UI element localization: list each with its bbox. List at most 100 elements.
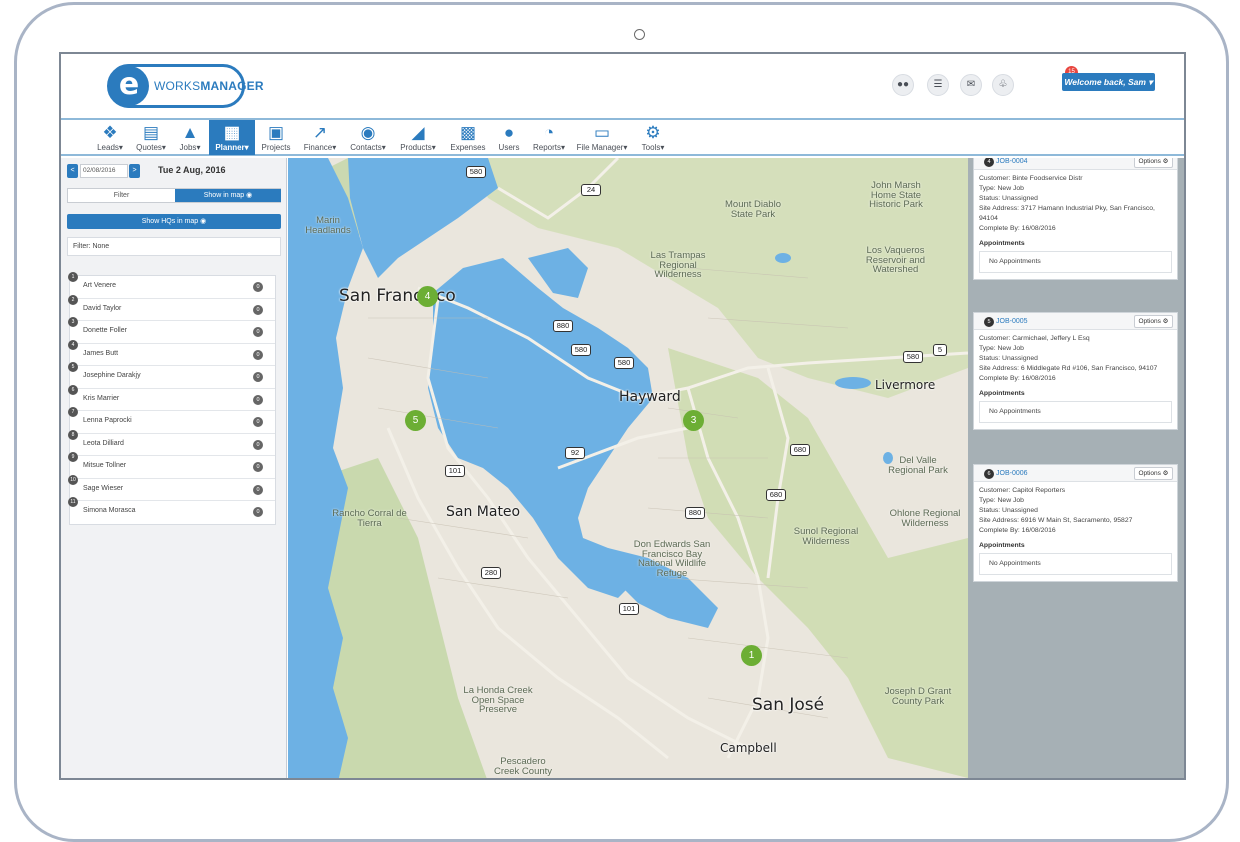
park-label: Las Trampas Regional Wilderness bbox=[650, 250, 706, 280]
highway-shield: 580 bbox=[614, 357, 634, 369]
park-label: La Honda Creek Open Space Preserve bbox=[463, 685, 533, 715]
highway-shield: 92 bbox=[565, 447, 585, 459]
pin-icon: ❖ bbox=[102, 123, 118, 142]
park-label: Sunol Regional Wilderness bbox=[793, 526, 859, 547]
park-label: Marin Headlands bbox=[305, 215, 351, 236]
calendar-icon: ▦ bbox=[223, 123, 241, 142]
bell-icon[interactable]: ♧ bbox=[992, 74, 1014, 96]
list-item[interactable]: 10 Sage Wieser 0 bbox=[68, 474, 275, 501]
map-view[interactable]: San Francisco Hayward San Mateo San José… bbox=[288, 158, 968, 778]
park-label: Joseph D Grant County Park bbox=[884, 686, 952, 707]
job-card-header: 5 JOB-0005 Options ⚙ bbox=[974, 313, 1177, 330]
options-button[interactable]: Options ⚙ bbox=[1134, 467, 1173, 480]
nav-contacts[interactable]: ◉ Contacts▾ bbox=[345, 120, 391, 155]
options-button[interactable]: Options ⚙ bbox=[1134, 158, 1173, 168]
calculator-icon: ▩ bbox=[459, 123, 477, 142]
logo[interactable]: e WORKSMANAGER bbox=[107, 64, 264, 108]
options-button[interactable]: Options ⚙ bbox=[1134, 315, 1173, 328]
list-item[interactable]: 1 Art Venere 0 bbox=[68, 272, 275, 299]
list-item[interactable]: 2 David Taylor 0 bbox=[68, 294, 275, 321]
list-item[interactable]: 5 Josephine Darakjy 0 bbox=[68, 362, 275, 389]
job-link[interactable]: JOB-0006 bbox=[996, 470, 1028, 477]
job-link[interactable]: JOB-0005 bbox=[996, 318, 1028, 325]
nav-jobs[interactable]: ▲ Jobs▾ bbox=[173, 120, 207, 155]
highway-shield: 5 bbox=[933, 344, 947, 356]
city-label: Hayward bbox=[619, 389, 681, 405]
date-input[interactable]: 02/08/2016 bbox=[80, 164, 128, 178]
prev-date-button[interactable]: < bbox=[67, 164, 78, 178]
nav-finance[interactable]: ↗ Finance▾ bbox=[299, 120, 341, 155]
show-in-map-tab[interactable]: Show in map ◉ bbox=[175, 189, 281, 202]
highway-shield: 580 bbox=[571, 344, 591, 356]
job-marker[interactable]: 4 bbox=[417, 286, 438, 307]
briefcase-icon: ▣ bbox=[267, 123, 285, 142]
mail-icon[interactable]: ✉ bbox=[960, 74, 982, 96]
job-card: 6 JOB-0006 Options ⚙ Customer: Capitol R… bbox=[973, 464, 1178, 582]
highway-shield: 880 bbox=[685, 507, 705, 519]
gears-icon: ⚙ bbox=[645, 123, 661, 142]
highway-shield: 680 bbox=[790, 444, 810, 456]
next-date-button[interactable]: > bbox=[129, 164, 140, 178]
nav-planner[interactable]: ▦ Planner▾ bbox=[209, 120, 255, 155]
city-label: Campbell bbox=[720, 741, 777, 755]
nav-expenses[interactable]: ▩ Expenses bbox=[446, 120, 490, 155]
park-label: Don Edwards San Francisco Bay National W… bbox=[633, 539, 711, 579]
highway-shield: 880 bbox=[553, 320, 573, 332]
filter-tab[interactable]: Filter bbox=[68, 189, 175, 202]
list-icon[interactable]: ☰ bbox=[927, 74, 949, 96]
nav-file-manager[interactable]: ▭ File Manager▾ bbox=[574, 120, 630, 155]
show-hqs-button[interactable]: Show HQs in map ◉ bbox=[67, 214, 281, 229]
nav-leads[interactable]: ❖ Leads▾ bbox=[91, 120, 129, 155]
staff-list: 1 Art Venere 0 2 David Taylor 0 3 Donette Fol… bbox=[68, 272, 276, 525]
pie-chart-icon: ◔ bbox=[543, 123, 555, 142]
nav-projects[interactable]: ▣ Projects bbox=[257, 120, 295, 155]
highway-shield: 101 bbox=[445, 465, 465, 477]
park-label: John Marsh Home State Historic Park bbox=[869, 180, 923, 210]
park-label: Los Vaqueros Reservoir and Watershed bbox=[865, 245, 926, 275]
jobs-panel: 4 JOB-0004 Options ⚙ Customer: Binte Foo… bbox=[968, 158, 1184, 778]
highway-shield: 24 bbox=[581, 184, 601, 196]
cart-icon: ◢ bbox=[411, 123, 425, 142]
team-icon[interactable]: ●● bbox=[892, 74, 914, 96]
job-marker[interactable]: 5 bbox=[405, 410, 426, 431]
list-item[interactable]: 8 Leota Dilliard 0 bbox=[68, 429, 275, 456]
nav-products[interactable]: ◢ Products▾ bbox=[395, 120, 441, 155]
appointments-box: No Appointments bbox=[979, 401, 1172, 423]
job-card: 4 JOB-0004 Options ⚙ Customer: Binte Foo… bbox=[973, 158, 1178, 280]
job-card-header: 6 JOB-0006 Options ⚙ bbox=[974, 465, 1177, 482]
welcome-button[interactable]: Welcome back, Sam ▾ bbox=[1062, 73, 1155, 91]
logo-e-icon: e bbox=[109, 66, 149, 106]
highway-shield: 580 bbox=[466, 166, 486, 178]
app-header: e WORKSMANAGER ●● ☰ ✉ ♧ 15 Welcome back,… bbox=[61, 54, 1184, 120]
job-marker[interactable]: 1 bbox=[741, 645, 762, 666]
job-marker[interactable]: 3 bbox=[683, 410, 704, 431]
highway-shield: 580 bbox=[903, 351, 923, 363]
list-item[interactable]: 7 Lenna Paprocki 0 bbox=[68, 407, 275, 434]
list-item[interactable]: 6 Kris Marrier 0 bbox=[68, 384, 275, 411]
nav-tools[interactable]: ⚙ Tools▾ bbox=[635, 120, 671, 155]
nav-reports[interactable]: ◔ Reports▾ bbox=[529, 120, 569, 155]
job-link[interactable]: JOB-0004 bbox=[996, 158, 1028, 165]
park-label: Mount Diablo State Park bbox=[725, 199, 781, 220]
job-card-header: 4 JOB-0004 Options ⚙ bbox=[974, 158, 1177, 170]
city-label: Livermore bbox=[875, 378, 936, 392]
appointments-box: No Appointments bbox=[979, 553, 1172, 575]
view-toggle: Filter Show in map ◉ bbox=[67, 188, 281, 203]
road-icon: ▲ bbox=[181, 123, 199, 142]
park-label: Ohlone Regional Wilderness bbox=[889, 508, 961, 529]
list-item[interactable]: 9 Mitsue Tollner 0 bbox=[68, 452, 275, 479]
job-card: 5 JOB-0005 Options ⚙ Customer: Carmichae… bbox=[973, 312, 1178, 430]
list-item[interactable]: 3 Donette Foller 0 bbox=[68, 317, 275, 344]
pdf-file-icon: ▭ bbox=[593, 123, 611, 142]
highway-shield: 101 bbox=[619, 603, 639, 615]
nav-users[interactable]: ● Users bbox=[492, 120, 526, 155]
list-item[interactable]: 11 Simona Morasca 0 bbox=[68, 497, 275, 524]
park-label: Pescadero Creek County bbox=[493, 756, 553, 777]
logo-text: WORKSMANAGER bbox=[154, 79, 264, 93]
date-title: Tue 2 Aug, 2016 bbox=[158, 165, 226, 175]
list-item[interactable]: 4 James Butt 0 bbox=[68, 339, 275, 366]
nav-quotes[interactable]: ▤ Quotes▾ bbox=[131, 120, 171, 155]
planner-sidebar: < 02/08/2016 > Tue 2 Aug, 2016 Filter Sh… bbox=[61, 158, 287, 778]
city-label: San José bbox=[752, 695, 825, 715]
city-label: San Mateo bbox=[446, 504, 521, 520]
